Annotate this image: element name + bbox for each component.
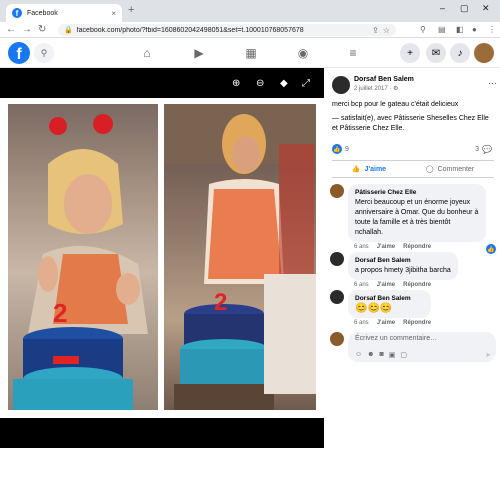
omnibox[interactable]: 🔒 facebook.com/photo/?fbid=1608602042498…	[58, 24, 396, 36]
send-icon[interactable]: ➤	[485, 351, 491, 359]
bookmark-star-icon[interactable]: ☆	[383, 26, 390, 35]
tab-title: Facebook	[27, 9, 58, 17]
comment-reply-link[interactable]: Répondre	[403, 320, 431, 326]
composer-icons: ☺ ☻ ◙ ▣ ▢	[355, 351, 407, 359]
svg-text:2: 2	[214, 289, 227, 316]
gif-icon[interactable]: ▣	[389, 351, 396, 359]
profile-icon[interactable]: ●	[472, 25, 477, 34]
comment-bubble: Dorsaf Ben Salem 😊😊😊	[348, 290, 432, 318]
comment-item: Dorsaf Ben Salem 😊😊😊 6 ans J'aime Répond…	[330, 290, 496, 326]
account-avatar[interactable]	[474, 43, 494, 63]
tab-close-icon[interactable]: ×	[111, 9, 116, 18]
comment-button-label: Commenter	[437, 165, 475, 173]
like-button-label: J'aime	[364, 165, 387, 173]
tag-icon[interactable]: ◆	[280, 78, 288, 89]
comment-composer: Écrivez un commentaire… ☺ ☻ ◙ ▣ ▢ ➤	[330, 332, 496, 362]
like-reaction-icon: 👍	[332, 144, 342, 154]
photo-right-drawing: 2	[164, 104, 316, 410]
reading-list-icon[interactable]: ▤	[438, 25, 446, 34]
svg-text:2: 2	[53, 298, 67, 328]
comment-bubble: Pâtisserie Chez Elle Merci beaucoup et u…	[348, 184, 486, 242]
comment-like-link[interactable]: J'aime	[377, 282, 395, 288]
menu-kebab-icon[interactable]: ⋮	[488, 25, 496, 34]
side-panel-icon[interactable]: ◧	[456, 25, 464, 34]
forward-arrow-icon[interactable]: →	[22, 24, 32, 36]
comment-bubble-icon: 💬	[482, 144, 492, 154]
like-button[interactable]: 👍 J'aime	[351, 165, 387, 174]
commenter-avatar[interactable]	[330, 184, 344, 198]
watch-icon[interactable]: ▶	[192, 46, 206, 60]
fullscreen-icon[interactable]: ⤢	[302, 78, 310, 89]
minimize-button[interactable]: –	[440, 3, 445, 13]
lock-icon: 🔒	[64, 27, 73, 34]
photo-viewer: ⊕ ⊖ ◆ ⤢ 2 2	[0, 68, 324, 484]
comment-bubble: Dorsaf Ben Salem a propos hmety 3jibitha…	[348, 252, 458, 280]
comment-button[interactable]: ◯ Commenter	[425, 165, 475, 174]
browser-tab-bar: f Facebook × + – ▢ ✕	[0, 0, 500, 22]
photo-left-drawing: 2	[13, 114, 148, 410]
groups-icon[interactable]: ◉	[296, 46, 310, 60]
photo-left: 2	[8, 104, 158, 410]
comment-reply-link[interactable]: Répondre	[403, 282, 431, 288]
comment-item: Dorsaf Ben Salem a propos hmety 3jibitha…	[330, 252, 496, 288]
commenter-name[interactable]: Pâtisserie Chez Elle	[355, 188, 479, 198]
reload-icon[interactable]: ↻	[38, 24, 46, 36]
comment-input-placeholder: Écrivez un commentaire…	[355, 335, 438, 342]
comment-text: a propos hmety 3jibitha barcha	[355, 267, 451, 274]
thumbs-up-icon: 👍	[351, 166, 361, 173]
post-actions: 👍 J'aime ◯ Commenter	[332, 160, 494, 178]
post-tagline: — satisfait(e), avec Pâtisserie Sheselle…	[332, 115, 489, 132]
zoom-in-icon[interactable]: ⊕	[232, 78, 240, 89]
comment-like-link[interactable]: J'aime	[377, 320, 395, 326]
maximize-button[interactable]: ▢	[460, 3, 469, 14]
photo-right: 2	[164, 104, 316, 410]
address-bar-row: ← → ↻ 🔒 facebook.com/photo/?fbid=1608602…	[0, 22, 500, 38]
marketplace-icon[interactable]: ▦	[244, 46, 258, 60]
avatar-sticker-icon[interactable]: ☺	[355, 351, 362, 359]
messenger-icon[interactable]: ✉	[426, 43, 446, 63]
sticker-icon[interactable]: ▢	[400, 351, 407, 359]
new-tab-button[interactable]: +	[128, 4, 134, 16]
like-count[interactable]: 9	[345, 146, 349, 153]
commenter-avatar[interactable]	[330, 290, 344, 304]
comment-time[interactable]: 6 ans	[354, 320, 369, 326]
post-message: merci bcp pour le gateau c'était delicie…	[332, 101, 459, 108]
emoji-icon[interactable]: ☻	[367, 351, 374, 359]
comment-text: Merci beaucoup et un énorme joyeux anniv…	[355, 199, 479, 236]
menu-icon[interactable]: ≡	[346, 46, 360, 60]
notifications-bell-icon[interactable]: ♪	[450, 43, 470, 63]
search-icon[interactable]: ⚲	[34, 43, 54, 63]
back-arrow-icon[interactable]: ←	[6, 24, 16, 36]
commenter-name[interactable]: Dorsaf Ben Salem	[355, 256, 451, 266]
comment-meta: 6 ans J'aime Répondre	[354, 282, 458, 288]
facebook-favicon-icon: f	[12, 8, 22, 18]
share-icon[interactable]: ⇪	[372, 26, 379, 35]
facebook-header: f ⚲ ⌂ ▶ ▦ ◉ ≡ + ✉ ♪	[0, 38, 500, 68]
comment-meta: 6 ans J'aime Répondre	[354, 320, 431, 326]
home-icon[interactable]: ⌂	[140, 46, 154, 60]
close-window-button[interactable]: ✕	[482, 3, 490, 14]
facebook-logo-icon[interactable]: f	[8, 42, 30, 64]
comment-text: 😊😊😊	[355, 303, 393, 314]
comment-time[interactable]: 6 ans	[354, 282, 369, 288]
camera-icon[interactable]: ◙	[380, 351, 384, 359]
comment-input[interactable]: Écrivez un commentaire… ☺ ☻ ◙ ▣ ▢ ➤	[348, 332, 496, 362]
viewer-footer	[0, 418, 324, 448]
comment-item: Pâtisserie Chez Elle Merci beaucoup et u…	[330, 184, 496, 254]
browser-tab[interactable]: f Facebook ×	[6, 4, 122, 22]
url-text[interactable]: facebook.com/photo/?fbid=160860204249805…	[77, 27, 368, 34]
comment-count[interactable]: 3	[475, 146, 479, 153]
author-name[interactable]: Dorsaf Ben Salem	[354, 76, 414, 83]
post-panel: Dorsaf Ben Salem 2 juillet 2017 · ⚙ ⋯ me…	[324, 68, 500, 448]
author-avatar[interactable]	[332, 76, 350, 94]
post-date[interactable]: 2 juillet 2017 · ⚙	[354, 85, 414, 92]
zoom-out-icon[interactable]: ⊖	[256, 78, 264, 89]
current-user-avatar[interactable]	[330, 332, 344, 346]
more-options-icon[interactable]: ⋯	[488, 78, 497, 89]
reaction-summary[interactable]: 👍 9 3 💬	[332, 144, 492, 154]
create-plus-icon[interactable]: +	[400, 43, 420, 63]
speech-bubble-icon: ◯	[425, 166, 434, 173]
commenter-avatar[interactable]	[330, 252, 344, 266]
extensions-icon[interactable]: ⚲	[420, 25, 426, 34]
